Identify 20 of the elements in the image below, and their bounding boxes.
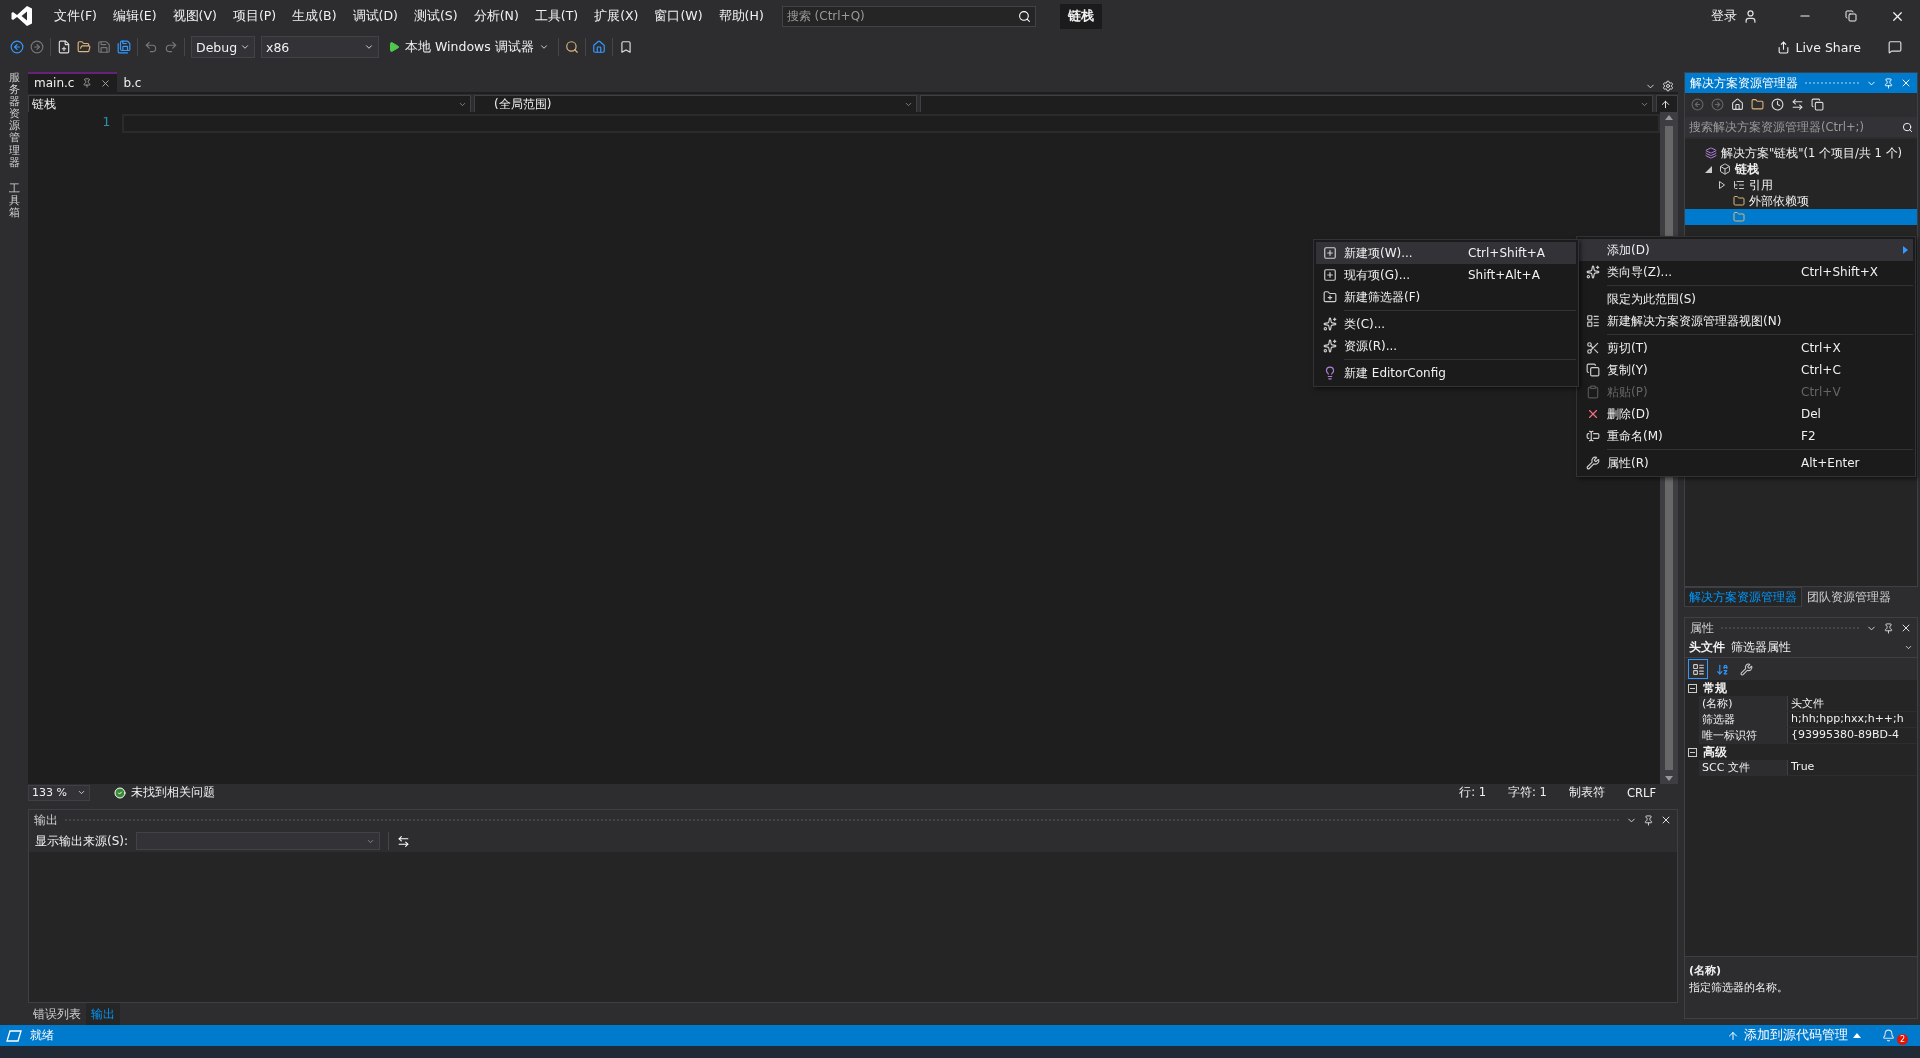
property-name: 唯一标识符 — [1699, 728, 1787, 743]
editor-status-text: 字符: 1 — [1508, 785, 1547, 800]
status-text: 就绪 — [30, 1027, 54, 1044]
description-title: (名称) — [1689, 963, 1723, 978]
category-name: 高级 — [1703, 744, 1727, 760]
editor-status-text: 制表符 — [1568, 785, 1605, 800]
property-name: SCC 文件 — [1699, 760, 1787, 775]
category-name: 常规 — [1703, 680, 1727, 696]
editor-status-text: CRLF — [1626, 785, 1656, 800]
notification-count: 2 — [1897, 1034, 1908, 1045]
editor-status-text: 行: 1 — [1459, 785, 1487, 800]
line-number: 1 — [102, 114, 110, 129]
field-label: 显示输出来源(S): — [35, 832, 129, 850]
panel-title: 属性 — [1690, 619, 1714, 637]
property-name: 筛选器 — [1699, 712, 1787, 727]
description-text: 指定筛选器的名称。 — [1689, 980, 1789, 995]
property-name: (名称) — [1699, 696, 1787, 711]
panel-title: 解决方案资源管理器 — [1690, 74, 1798, 92]
panel-title: 输出 — [34, 811, 58, 829]
window-title: 链栈 — [1059, 3, 1102, 29]
